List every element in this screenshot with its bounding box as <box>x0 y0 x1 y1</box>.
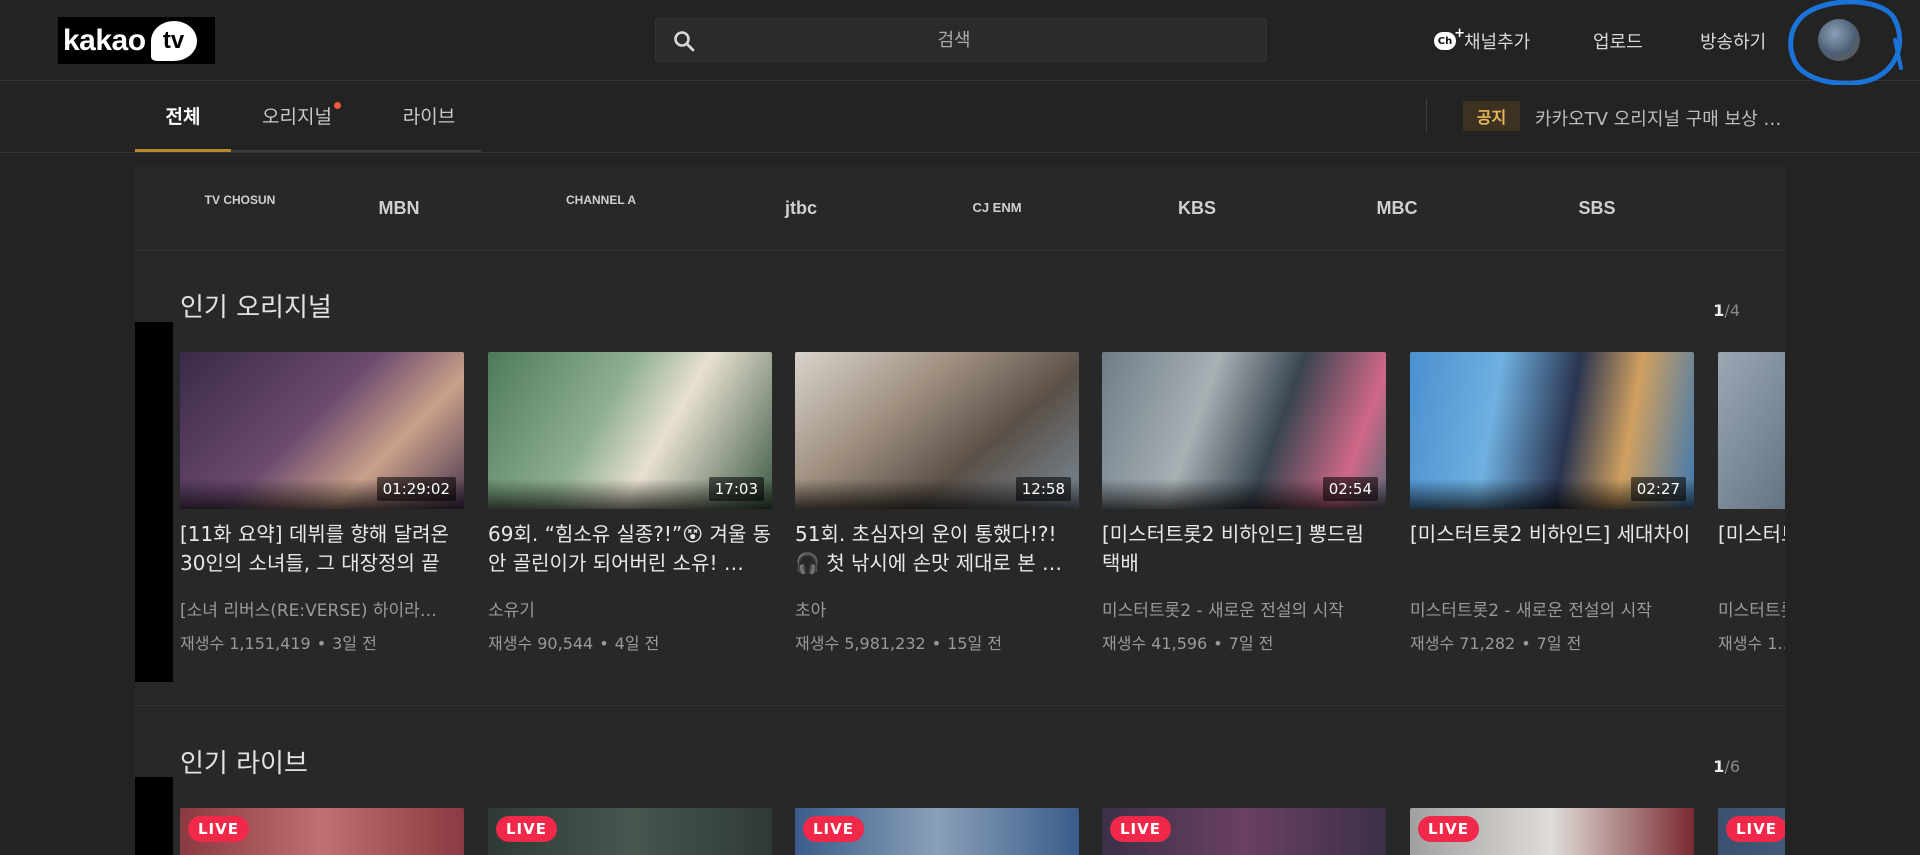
live-card[interactable]: LIVE <box>1102 808 1386 855</box>
search-icon[interactable] <box>672 29 696 53</box>
broadcast-button[interactable]: 방송하기 <box>1700 28 1766 54</box>
live-card[interactable]: LIVE <box>180 808 464 855</box>
tab-original[interactable]: 오리지널 <box>231 81 363 153</box>
kakao-tv-logo[interactable]: kakao tv <box>58 17 215 64</box>
upload-button[interactable]: 업로드 <box>1593 28 1643 54</box>
logo-text: kakao <box>63 23 146 57</box>
category-tab-bar: 전체 오리지널 라이브 공지 카카오TV 오리지널 구매 보상 … <box>0 81 1920 153</box>
notice-link[interactable]: 카카오TV 오리지널 구매 보상 … <box>1535 105 1781 131</box>
user-avatar[interactable] <box>1818 19 1860 61</box>
channel-add-label: 채널추가 <box>1464 32 1531 53</box>
notice-badge: 공지 <box>1463 101 1520 131</box>
top-header: kakao tv Ch 채널추가 업로드 방송하기 <box>0 0 1920 85</box>
logo-tv-bubble: tv <box>150 20 197 61</box>
live-badge: LIVE <box>188 816 249 842</box>
new-dot-icon <box>334 102 341 109</box>
live-card[interactable]: LIVE <box>795 808 1079 855</box>
search-bar[interactable] <box>655 18 1267 62</box>
live-badge: LIVE <box>1418 816 1479 842</box>
live-badge: LIVE <box>1110 816 1171 842</box>
search-input[interactable] <box>704 19 1204 61</box>
live-card-row: LIVE LIVE LIVE LIVE LIVE LIVE <box>135 165 1785 855</box>
channel-add-icon: Ch <box>1434 26 1465 50</box>
divider <box>1426 98 1427 132</box>
live-badge: LIVE <box>1726 816 1785 842</box>
live-badge: LIVE <box>803 816 864 842</box>
tab-live[interactable]: 라이브 <box>381 81 477 153</box>
tab-all[interactable]: 전체 <box>135 81 231 152</box>
live-card[interactable]: LIVE <box>1410 808 1694 855</box>
live-badge: LIVE <box>496 816 557 842</box>
live-card[interactable]: LIVE <box>1718 808 1785 855</box>
channel-add-button[interactable]: Ch 채널추가 <box>1434 26 1531 54</box>
live-card[interactable]: LIVE <box>488 808 772 855</box>
tab-original-label: 오리지널 <box>262 106 332 128</box>
main-content: TV CHOSUN MBN CHANNEL A jtbc CJ ENM KBS … <box>135 165 1785 855</box>
tab-underline <box>231 150 481 152</box>
